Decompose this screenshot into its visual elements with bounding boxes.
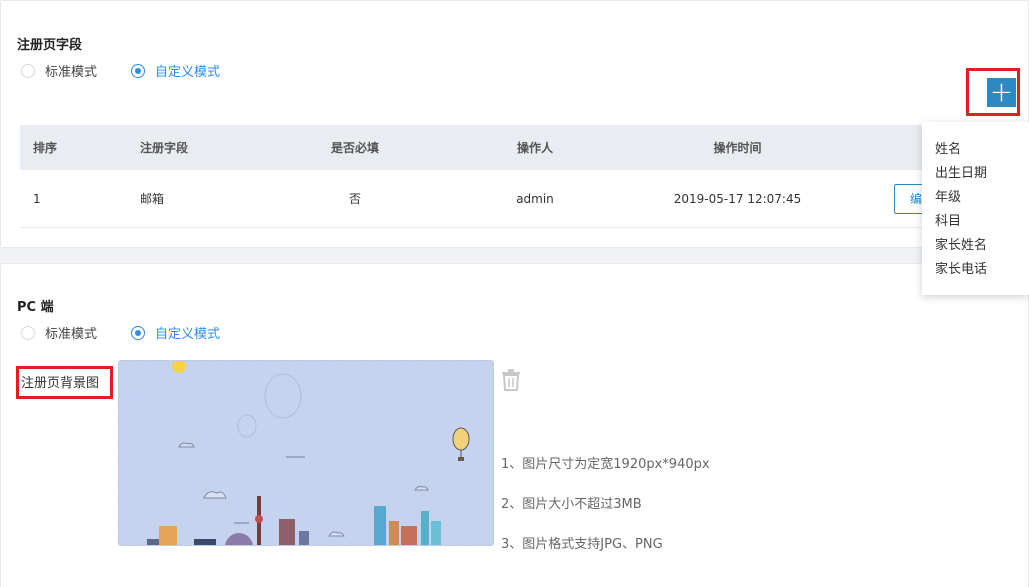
section-title: PC 端	[17, 300, 54, 315]
trash-icon[interactable]	[501, 369, 521, 391]
dropdown-option-birthdate[interactable]: 出生日期	[922, 162, 1029, 186]
header-required: 是否必填	[330, 141, 379, 155]
upload-tip: 3、图片格式支持JPG、PNG	[501, 537, 663, 552]
cell-field: 邮箱	[140, 192, 165, 206]
dropdown-option-name[interactable]: 姓名	[922, 138, 1029, 162]
table-row: 1 邮箱 否 admin 2019-05-17 12:07:45 编辑	[20, 170, 1029, 228]
dropdown-option-grade[interactable]: 年级	[922, 186, 1029, 210]
mode-radio-group: 标准模式 自定义模式	[21, 323, 254, 342]
dropdown-option-subject[interactable]: 科目	[922, 210, 1029, 234]
fields-table: 排序 注册字段 是否必填 操作人 操作时间 操 1 邮箱 否 admin 201…	[20, 125, 1029, 228]
background-image-label: 注册页背景图	[21, 376, 100, 391]
radio-label: 标准模式	[45, 65, 98, 80]
radio-label: 标准模式	[45, 327, 98, 342]
mode-radio-group: 标准模式 自定义模式	[21, 61, 254, 80]
radio-circle-icon	[21, 325, 35, 340]
standard-mode-radio[interactable]: 标准模式	[21, 61, 97, 80]
radio-checked-icon	[131, 325, 146, 340]
header-time: 操作时间	[713, 141, 762, 155]
cell-order: 1	[33, 191, 41, 206]
background-image-preview[interactable]	[118, 360, 494, 546]
custom-mode-radio[interactable]: 自定义模式	[131, 323, 220, 342]
header-order: 排序	[33, 141, 58, 155]
radio-label: 自定义模式	[155, 65, 221, 80]
upload-tip: 1、图片尺寸为定宽1920px*940px	[501, 457, 710, 472]
plus-icon: +	[989, 75, 1014, 108]
city-illustration	[147, 361, 470, 545]
dropdown-option-parent-name[interactable]: 家长姓名	[922, 234, 1029, 258]
add-field-button[interactable]: +	[987, 78, 1016, 107]
header-operator: 操作人	[516, 141, 553, 155]
cell-time: 2019-05-17 12:07:45	[673, 191, 802, 206]
section-title: 注册页字段	[17, 38, 83, 53]
custom-mode-radio[interactable]: 自定义模式	[131, 61, 220, 80]
cell-required: 否	[348, 192, 361, 206]
dropdown-option-parent-phone[interactable]: 家长电话	[922, 258, 1029, 282]
upload-tip: 2、图片大小不超过3MB	[501, 497, 642, 512]
field-dropdown-menu: 姓名 出生日期 年级 科目 家长姓名 家长电话	[922, 122, 1029, 295]
table-header: 排序 注册字段 是否必填 操作人 操作时间 操	[20, 125, 1029, 170]
cell-operator: admin	[516, 191, 554, 206]
radio-circle-icon	[21, 63, 35, 78]
standard-mode-radio[interactable]: 标准模式	[21, 323, 97, 342]
radio-checked-icon	[131, 63, 146, 78]
header-field: 注册字段	[140, 141, 189, 155]
radio-label: 自定义模式	[155, 327, 221, 342]
